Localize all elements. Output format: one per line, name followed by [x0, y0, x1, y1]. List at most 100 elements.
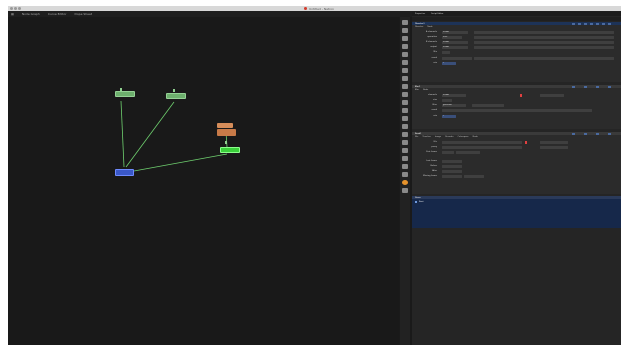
field-blur-size[interactable]	[442, 99, 452, 102]
plugin-icon[interactable]	[402, 156, 408, 161]
field-mix[interactable]: 1	[442, 62, 456, 65]
field-after[interactable]	[442, 170, 462, 173]
keyer-icon[interactable]	[402, 68, 408, 73]
dropdown-blur-channels[interactable]: RGBA	[442, 94, 466, 97]
field-operation-ext[interactable]	[474, 36, 614, 39]
node-read-b[interactable]	[166, 93, 186, 99]
field-before[interactable]	[442, 165, 462, 168]
node-selected[interactable]	[220, 147, 240, 153]
dropdown-b-channels[interactable]: RGBA	[442, 41, 468, 44]
panel-dissolve-header[interactable]: Dissolve1	[412, 22, 621, 25]
tab-properties[interactable]: Properties	[415, 13, 425, 15]
extra-icon[interactable]	[402, 116, 408, 121]
tab-timeline[interactable]: Timeline	[422, 136, 431, 139]
tab-file[interactable]: File	[415, 136, 418, 139]
paint-icon[interactable]	[402, 36, 408, 41]
views-icon[interactable]	[402, 100, 408, 105]
minimize-window-icon[interactable]	[14, 7, 17, 10]
panel-close-icon[interactable]	[608, 22, 611, 25]
checkbox-mix[interactable]	[442, 51, 450, 54]
tree-row-root[interactable]: Root	[415, 200, 424, 203]
settings-icon[interactable]	[402, 164, 408, 169]
panel-blur-restore-icon[interactable]	[584, 85, 587, 88]
tab-read-node[interactable]: Node	[473, 136, 478, 139]
grade-icon[interactable]	[402, 148, 408, 153]
node-read-a[interactable]	[115, 91, 135, 97]
panel-minimize-icon[interactable]	[602, 22, 605, 25]
tab-script-editor[interactable]: Script Editor	[431, 13, 443, 15]
panel-blur-header[interactable]: Blur1	[412, 85, 621, 88]
select-icon[interactable]	[402, 20, 408, 25]
panel-center-icon[interactable]	[572, 22, 575, 25]
panel-read-center-icon[interactable]	[572, 132, 575, 135]
field-blur-mix[interactable]: 1	[442, 115, 456, 118]
tab-node[interactable]: Node	[427, 26, 432, 29]
gmic-icon[interactable]	[402, 108, 408, 113]
field-proxy-ext[interactable]	[540, 146, 568, 149]
panel-blur-float-icon[interactable]	[596, 85, 599, 88]
dropdown-a-channels[interactable]: RGBA	[442, 31, 468, 34]
field-blur-channels-ext[interactable]	[540, 94, 564, 97]
zoom-window-icon[interactable]	[18, 7, 21, 10]
column-name[interactable]: Name	[415, 197, 421, 199]
dropdown-blur-filter[interactable]: gaussian	[442, 104, 466, 107]
image-icon[interactable]	[402, 124, 408, 129]
field-blur-filter-ext[interactable]	[472, 104, 504, 107]
merge-icon[interactable]	[402, 76, 408, 81]
dropdown-operation[interactable]: over	[442, 36, 462, 39]
tab-dope-sheet[interactable]: Dope Sheet	[75, 12, 93, 16]
dropdown-mask[interactable]	[442, 57, 472, 60]
python-icon[interactable]	[402, 180, 408, 185]
field-first-frame[interactable]	[442, 151, 454, 154]
nodegraph-menu-icon[interactable]: ▦	[11, 12, 14, 16]
other-icon[interactable]	[402, 92, 408, 97]
merge2-icon[interactable]	[402, 140, 408, 145]
node-input-pin[interactable]	[173, 89, 175, 92]
field-file-ext[interactable]	[540, 141, 568, 144]
transform-icon[interactable]	[402, 28, 408, 33]
panel-read-float-icon[interactable]	[596, 132, 599, 135]
field-first-frame-mode[interactable]	[456, 151, 480, 154]
tab-curve-editor[interactable]: Curve Editor	[48, 12, 67, 16]
panel-float-icon[interactable]	[596, 22, 599, 25]
dropdown-blur-mask[interactable]	[442, 109, 592, 112]
field-proxy[interactable]	[442, 146, 522, 149]
field-a-channels-ext[interactable]	[474, 31, 614, 34]
field-mask-ext[interactable]	[474, 57, 614, 60]
panel-read-restore-icon[interactable]	[584, 132, 587, 135]
panel-redo-icon[interactable]	[584, 22, 587, 25]
color-icon[interactable]	[402, 44, 408, 49]
field-missing-frame[interactable]	[442, 175, 462, 178]
panel-read-header[interactable]: Read1	[412, 132, 621, 135]
panel-blur-close-icon[interactable]	[608, 85, 611, 88]
tab-decoder[interactable]: Decoder	[445, 136, 453, 139]
channel-icon[interactable]	[402, 52, 408, 57]
node-input-pin[interactable]	[225, 141, 227, 144]
tab-node-graph[interactable]: Node Graph	[22, 12, 40, 16]
field-missing-frame-mode[interactable]	[464, 175, 484, 178]
node-op-orange-a[interactable]	[217, 123, 233, 128]
info-icon[interactable]	[402, 172, 408, 177]
tab-colorspace[interactable]: Colorspace	[458, 136, 469, 139]
time-icon[interactable]	[402, 84, 408, 89]
field-file[interactable]	[442, 141, 522, 144]
field-last-frame[interactable]	[442, 160, 462, 163]
render-icon[interactable]	[402, 188, 408, 193]
node-viewer[interactable]	[115, 169, 134, 176]
panel-read-close-icon[interactable]	[608, 132, 611, 135]
close-window-icon[interactable]	[10, 7, 13, 10]
node-op-orange-b[interactable]	[217, 129, 236, 136]
dropdown-output[interactable]: RGBA	[442, 46, 468, 49]
filter-icon[interactable]	[402, 60, 408, 65]
panel-restore-icon[interactable]	[590, 22, 593, 25]
field-b-channels-ext[interactable]	[474, 41, 614, 44]
tab-dissolve[interactable]: Dissolve	[415, 26, 423, 29]
field-output-ext[interactable]	[474, 46, 614, 49]
node-graph-canvas[interactable]	[8, 17, 399, 345]
panel-undo-icon[interactable]	[578, 22, 581, 25]
tab-blur[interactable]: Blur	[415, 89, 419, 92]
tab-image[interactable]: Image	[435, 136, 441, 139]
draw-icon[interactable]	[402, 132, 408, 137]
tab-blur-node[interactable]: Node	[423, 89, 428, 92]
panel-blur-center-icon[interactable]	[572, 85, 575, 88]
